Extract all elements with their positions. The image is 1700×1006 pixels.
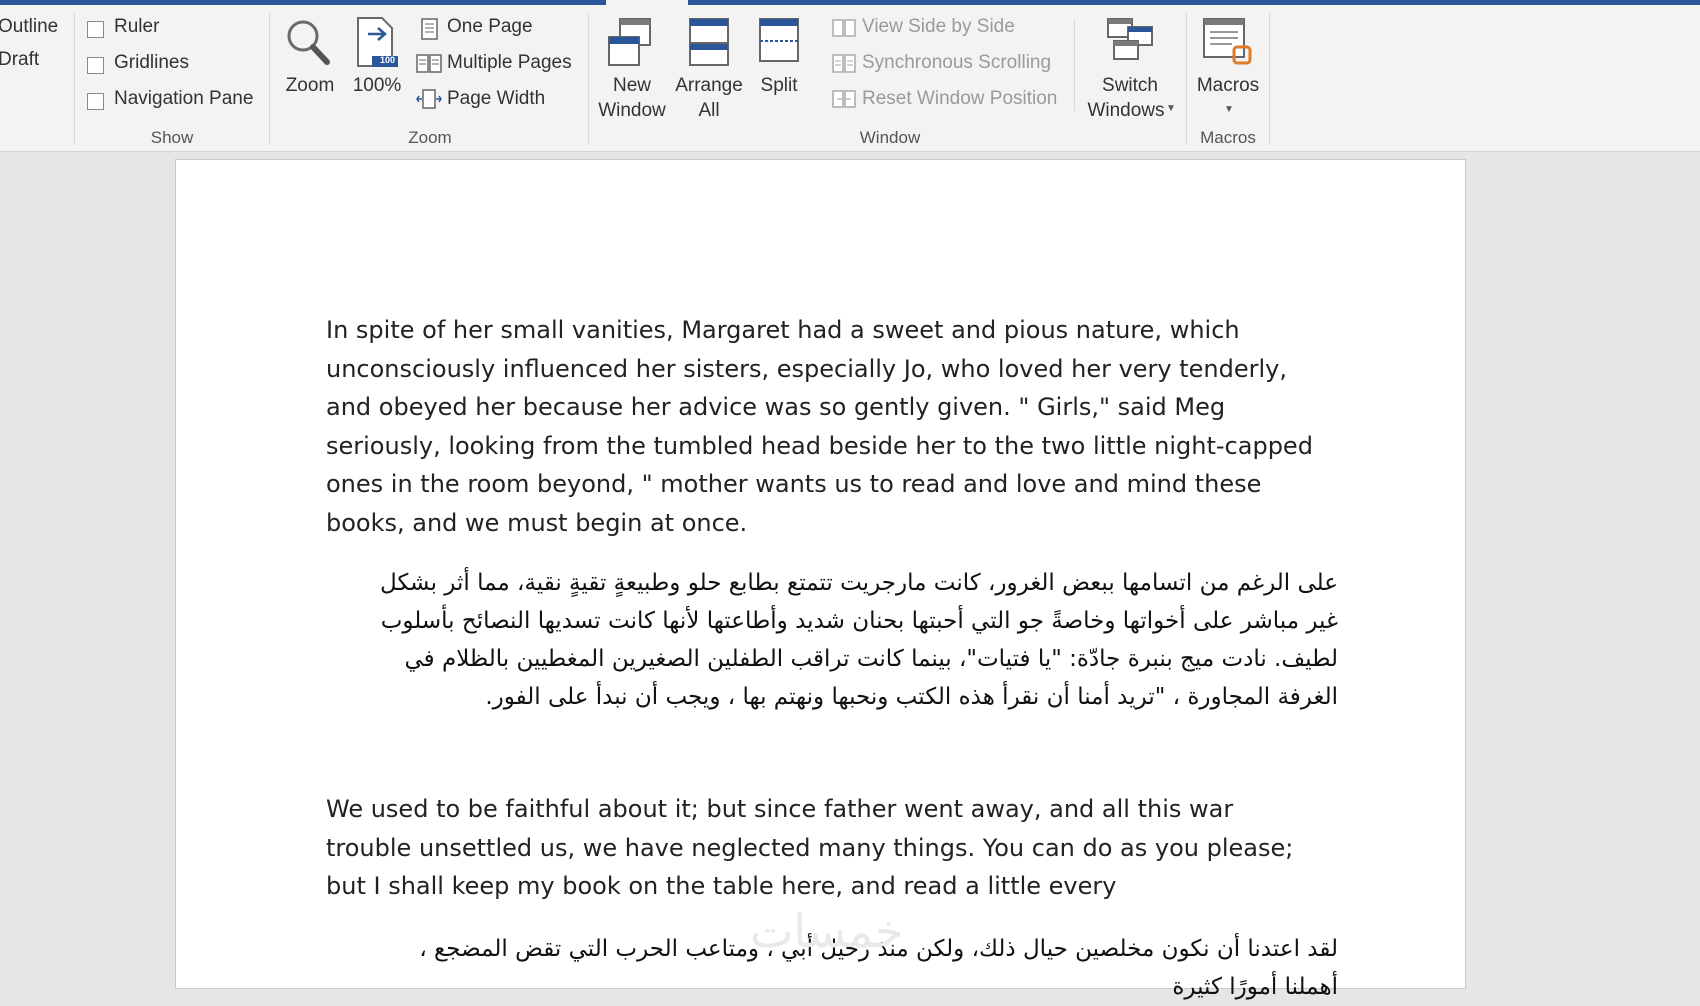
one-page-icon xyxy=(421,18,438,40)
paragraph-arabic-1[interactable]: على الرغم من اتسامها ببعض الغرور، كانت م… xyxy=(376,564,1338,716)
side-by-side-icon xyxy=(832,19,856,37)
zoom-group-label: Zoom xyxy=(408,128,452,147)
arrange-all-label-1: Arrange xyxy=(675,75,743,96)
switch-windows-label-2: Windows xyxy=(1087,100,1165,121)
paragraph-english-1[interactable]: In spite of her small vanities, Margaret… xyxy=(326,311,1326,543)
ribbon: Outline Draft Ruler Gridlines Navigation… xyxy=(0,5,1700,152)
zoom-label: Zoom xyxy=(285,75,335,96)
macros-icon xyxy=(1203,18,1252,65)
window-group-label: Window xyxy=(859,128,921,147)
chevron-down-icon: ▼ xyxy=(1224,104,1234,115)
separator xyxy=(588,13,589,145)
zoom-100-badge: 100 xyxy=(380,55,396,65)
reset-window-position-label: Reset Window Position xyxy=(862,88,1058,109)
gridlines-label[interactable]: Gridlines xyxy=(114,52,189,74)
new-window-label-1: New xyxy=(612,75,651,96)
split-icon xyxy=(759,18,799,62)
page-width-label: Page Width xyxy=(447,88,546,109)
multiple-pages-label: Multiple Pages xyxy=(447,52,572,73)
new-window-icon xyxy=(608,18,651,66)
navigation-pane-label[interactable]: Navigation Pane xyxy=(114,88,253,110)
macros-group-label: Macros xyxy=(1200,128,1256,147)
multiple-pages-icon xyxy=(416,54,442,73)
outline-button[interactable]: Outline xyxy=(0,16,58,38)
view-side-by-side-label: View Side by Side xyxy=(862,16,1015,37)
chevron-down-icon: ▼ xyxy=(1166,103,1176,114)
sync-scroll-icon xyxy=(832,54,856,73)
switch-windows-label-1: Switch xyxy=(1102,75,1158,96)
zoom-100-label: 100% xyxy=(352,75,402,96)
paragraph-english-2[interactable]: We used to be faithful about it; but sin… xyxy=(326,790,1326,906)
watermark-logo: خمسات xyxy=(750,904,904,958)
document-page[interactable]: In spite of her small vanities, Margaret… xyxy=(175,159,1466,1000)
one-page-label: One Page xyxy=(447,16,533,37)
draft-button[interactable]: Draft xyxy=(0,49,39,71)
separator xyxy=(1186,13,1187,145)
show-group-label: Show xyxy=(150,128,194,147)
navigation-pane-checkbox[interactable] xyxy=(87,93,104,110)
separator xyxy=(1074,19,1075,111)
ruler-checkbox[interactable] xyxy=(87,21,104,38)
synchronous-scrolling-label: Synchronous Scrolling xyxy=(862,52,1052,73)
reset-position-icon xyxy=(832,90,856,108)
separator xyxy=(74,13,75,145)
switch-windows-icon xyxy=(1107,18,1153,60)
magnifier-icon xyxy=(287,20,330,65)
split-label: Split xyxy=(760,75,798,96)
new-window-label-2: Window xyxy=(598,100,666,121)
ruler-label[interactable]: Ruler xyxy=(114,16,159,38)
page-width-icon xyxy=(416,89,442,109)
macros-label: Macros xyxy=(1196,75,1260,96)
arrange-all-label-2: All xyxy=(698,100,720,121)
arrange-all-icon xyxy=(689,18,729,66)
separator xyxy=(269,13,270,145)
separator xyxy=(1269,13,1270,145)
gridlines-checkbox[interactable] xyxy=(87,57,104,74)
